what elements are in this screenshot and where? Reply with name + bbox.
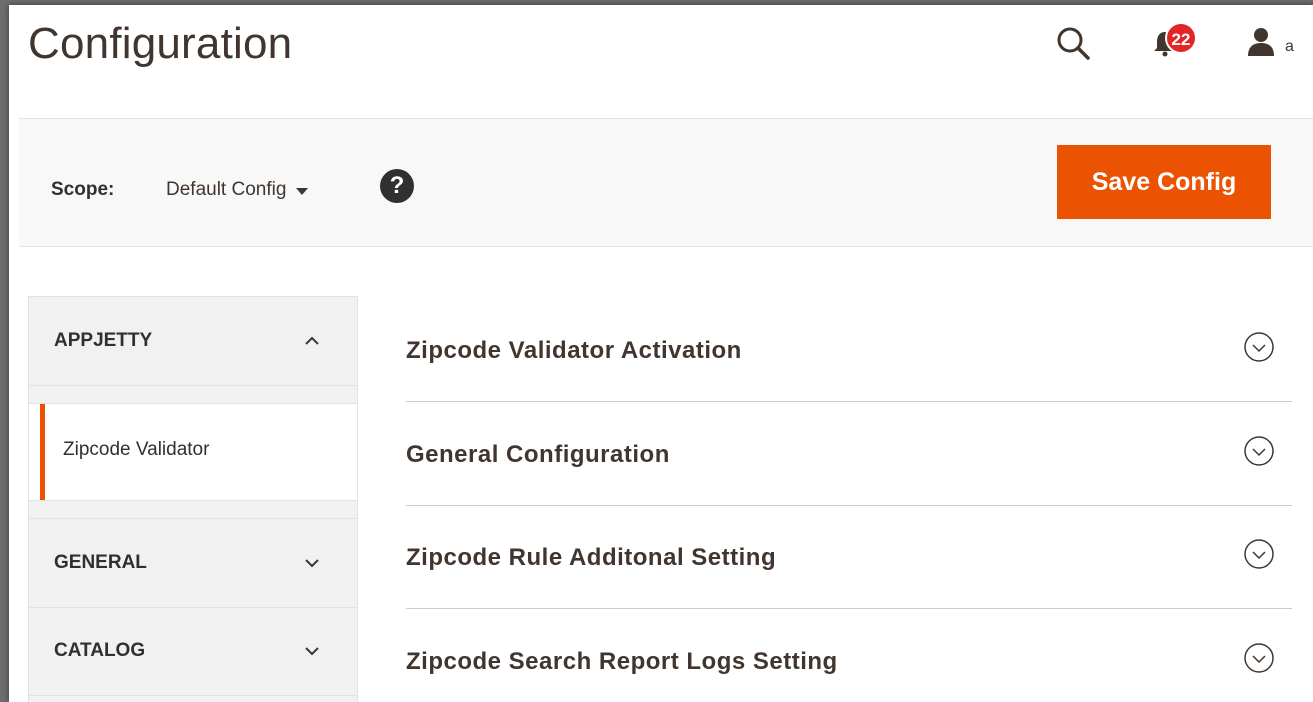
section-divider (406, 608, 1292, 609)
help-icon[interactable]: ? (380, 169, 414, 203)
chevron-up-icon (305, 336, 319, 345)
save-config-button[interactable]: Save Config (1057, 145, 1271, 219)
section-zipcode-validator-activation[interactable]: Zipcode Validator Activation (406, 299, 1292, 402)
sidebar-group-label: CATALOG (54, 640, 146, 661)
scope-switcher[interactable]: Default Config (166, 179, 309, 201)
chevron-circle-down-icon (1244, 643, 1274, 673)
section-title: Zipcode Rule Additonal Setting (406, 544, 777, 571)
active-indicator (40, 404, 45, 500)
section-divider (406, 401, 1292, 402)
notification-badge[interactable]: 22 (1165, 22, 1197, 54)
scope-bar: Scope: Default Config ? Save Config (19, 118, 1313, 247)
app-frame: Configuration 22 a Scope: Default Config… (9, 5, 1313, 702)
section-title: Zipcode Validator Activation (406, 337, 742, 364)
sidebar-group-catalog[interactable]: CATALOG (29, 607, 357, 696)
user-name[interactable]: a (1285, 38, 1294, 56)
sidebar-group-appjetty[interactable]: APPJETTY (29, 297, 357, 386)
page-title: Configuration (28, 19, 293, 68)
scope-value: Default Config (166, 179, 287, 200)
sidebar-item-zipcode-validator[interactable]: Zipcode Validator (29, 403, 357, 501)
chevron-down-icon (305, 559, 319, 568)
chevron-circle-down-icon (1244, 332, 1274, 362)
chevron-down-icon (305, 647, 319, 656)
section-zipcode-rule-additional-setting[interactable]: Zipcode Rule Additonal Setting (406, 506, 1292, 609)
section-title: Zipcode Search Report Logs Setting (406, 648, 838, 675)
sidebar-group-label: GENERAL (54, 552, 147, 573)
sidebar-group-general[interactable]: GENERAL (29, 518, 357, 608)
chevron-circle-down-icon (1244, 436, 1274, 466)
config-sidebar: APPJETTY Zipcode Validator GENERAL CATAL… (28, 296, 358, 702)
sidebar-group-label: APPJETTY (54, 330, 153, 351)
search-icon[interactable] (1055, 25, 1091, 61)
sidebar-item-label: Zipcode Validator (63, 439, 210, 460)
section-title: General Configuration (406, 441, 670, 468)
user-icon[interactable] (1245, 25, 1277, 57)
section-zipcode-search-report-logs-setting[interactable]: Zipcode Search Report Logs Setting (406, 610, 1292, 702)
section-general-configuration[interactable]: General Configuration (406, 403, 1292, 506)
caret-down-icon (296, 188, 309, 195)
scope-label: Scope: (51, 179, 115, 200)
chevron-circle-down-icon (1244, 539, 1274, 569)
